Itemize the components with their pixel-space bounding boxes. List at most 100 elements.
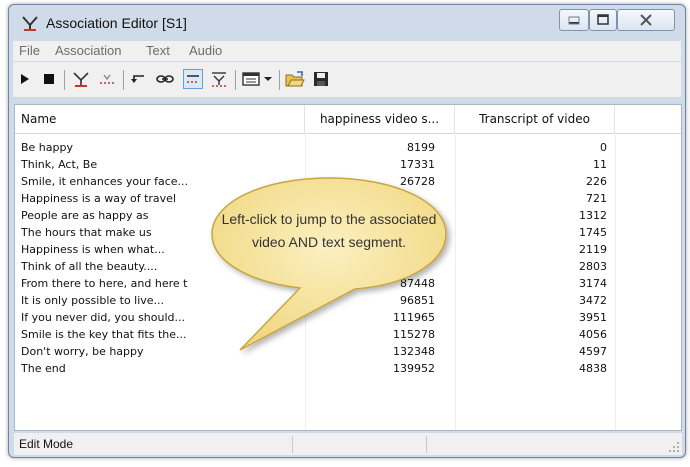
open-folder-icon [285,71,305,87]
toolbar-separator [123,70,124,90]
row-video-value [305,241,455,258]
row-transcript-value: 4838 [579,362,607,375]
toolbar-separator [279,70,280,90]
grid-dropdown-button[interactable] [262,69,274,89]
row-transcript-value: 2803 [579,260,607,273]
split-icon [100,74,114,84]
row-transcript-value: 11 [593,158,607,171]
maximize-icon [597,14,609,25]
row-transcript-value: 4056 [579,328,607,341]
row-video-value: 139952 [393,362,435,375]
link-icon [156,75,174,83]
menu-association[interactable]: Association [55,43,121,58]
toolbar-separator [64,70,65,90]
row-video-value: 96851 [400,294,435,307]
table-row[interactable]: Smile, it enhances your face... 26728 226 [15,173,681,190]
menu-file[interactable]: File [19,43,40,58]
table-row[interactable]: If you never did, you should... 111965 395… [15,309,681,326]
segment-button[interactable] [183,69,203,89]
resize-grip-icon[interactable] [668,441,680,453]
row-name: It is only possible to live... [21,294,165,307]
link-button[interactable] [155,69,175,89]
row-transcript-value: 3951 [579,311,607,324]
column-header-name[interactable]: Name [15,105,305,133]
merge-icon [212,72,226,87]
row-name: Be happy [21,141,73,154]
menu-audio[interactable]: Audio [189,43,222,58]
grid-button[interactable] [241,69,261,89]
table-row[interactable]: Don't worry, be happy 132348 4597 [15,343,681,360]
status-divider [292,436,293,453]
column-header-transcript[interactable]: Transcript of video [455,105,615,133]
table-row[interactable]: Happiness is a way of travel 721 [15,190,681,207]
segment-icon [187,75,199,83]
stop-button[interactable] [39,69,59,89]
open-button[interactable] [285,69,305,89]
undo-button[interactable] [129,69,149,89]
row-name: Think of all the beauty.... [21,260,158,273]
merge-button[interactable] [209,69,229,89]
row-name: From there to here, and here t [21,277,188,290]
dropdown-arrow-icon [264,77,272,81]
menu-text[interactable]: Text [146,43,170,58]
minimize-button[interactable] [559,9,589,31]
stop-icon [44,74,54,84]
row-video-value [305,224,455,241]
window-title: Association Editor [S1] [46,15,187,31]
play-button[interactable] [15,69,35,89]
row-video-value: 26728 [400,175,435,188]
table-row[interactable]: It is only possible to live... 96851 3472 [15,292,681,309]
table-row[interactable]: The hours that make us 1745 [15,224,681,241]
row-name: Smile is the key that fits the... [21,328,187,341]
association-editor-window: Association Editor [S1] File Association… [8,4,686,458]
row-name: Smile, it enhances your face... [21,175,189,188]
table-row[interactable]: People are as happy as 1312 [15,207,681,224]
row-video-value: 111965 [393,311,435,324]
save-icon [314,72,328,86]
row-name: Don't worry, be happy [21,345,144,358]
table-row[interactable]: From there to here, and here t 87448 3174 [15,275,681,292]
row-transcript-value: 721 [586,192,607,205]
row-transcript-value: 2119 [579,243,607,256]
row-video-value: 8199 [407,141,435,154]
column-header-video[interactable]: happiness video s... [305,105,455,133]
app-logo-icon [22,16,38,31]
row-name: The end [21,362,66,375]
table-row[interactable]: Be happy 8199 0 [15,139,681,156]
row-name: Think, Act, Be [21,158,98,171]
table-row[interactable]: Smile is the key that fits the... 115278 4… [15,326,681,343]
row-video-value [305,207,455,224]
status-mode: Edit Mode [19,437,74,451]
row-name: Happiness is a way of travel [21,192,177,205]
undo-icon [131,75,144,83]
row-video-value: 87448 [400,277,435,290]
save-button[interactable] [311,69,331,89]
title-bar[interactable]: Association Editor [S1] [9,5,685,41]
row-video-value: 17331 [400,158,435,171]
row-transcript-value: 3472 [579,294,607,307]
close-button[interactable] [617,9,675,31]
association-icon [73,72,89,87]
minimize-icon [568,16,580,25]
play-icon [21,74,29,84]
row-transcript-value: 4597 [579,345,607,358]
table-row[interactable]: Think of all the beauty.... 2803 [15,258,681,275]
status-bar: Edit Mode [14,433,682,455]
row-transcript-value: 1745 [579,226,607,239]
table-row[interactable]: The end 139952 4838 [15,360,681,377]
row-video-value: 132348 [393,345,435,358]
row-video-value [305,190,455,207]
row-name: If you never did, you should... [21,311,186,324]
status-divider [426,436,427,453]
grid-icon [242,72,260,86]
toolbar [13,62,681,98]
maximize-button[interactable] [589,9,617,31]
split-button[interactable] [97,69,117,89]
association-button[interactable] [71,69,91,89]
row-transcript-value: 226 [586,175,607,188]
row-name: The hours that make us [21,226,152,239]
row-name: Happiness is when what... [21,243,165,256]
table-row[interactable]: Think, Act, Be 17331 11 [15,156,681,173]
association-table: Name happiness video s... Transcript of … [14,104,682,431]
table-row[interactable]: Happiness is when what... 2119 [15,241,681,258]
